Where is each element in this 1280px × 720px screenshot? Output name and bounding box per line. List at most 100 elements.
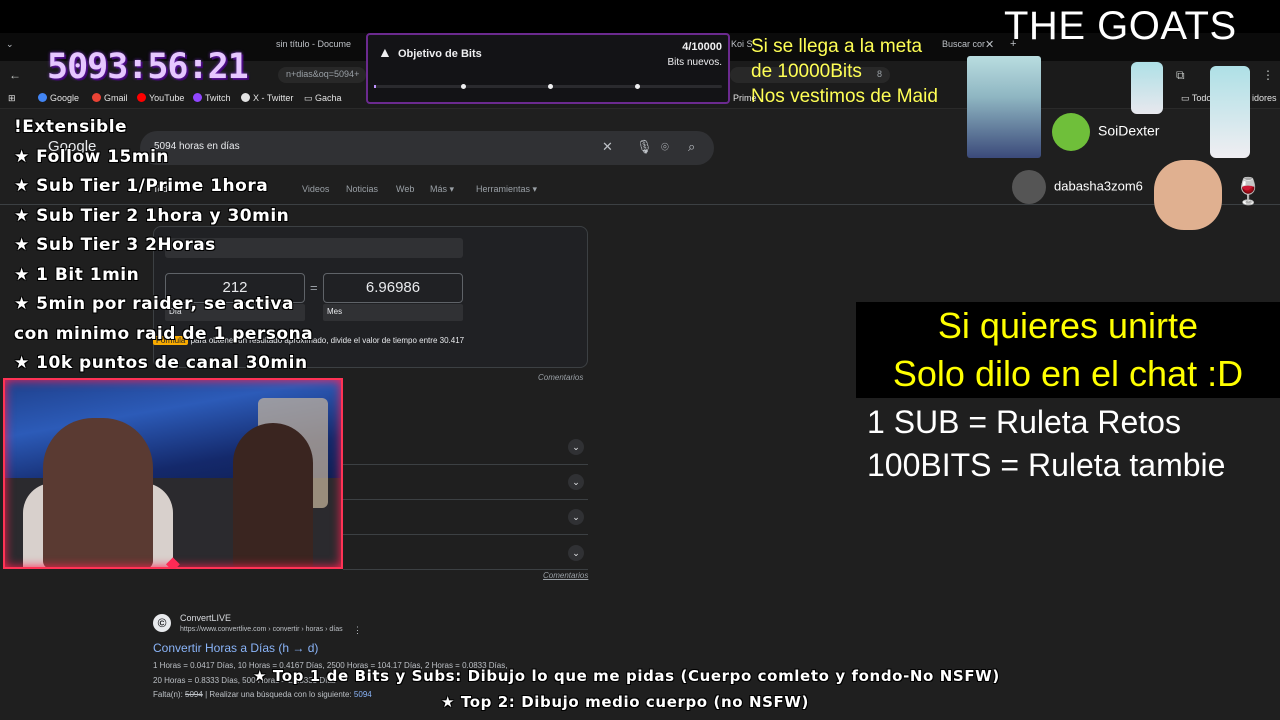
bits-goal-title: Objetivo de Bits bbox=[398, 48, 482, 60]
convertlive-favicon: © bbox=[153, 614, 171, 632]
tab-docs[interactable]: sin título - Docume bbox=[276, 39, 351, 49]
tab-search[interactable]: Buscar cor bbox=[942, 39, 985, 49]
menu-icon[interactable]: ⋮ bbox=[1262, 68, 1274, 82]
bookmark-google[interactable]: Google bbox=[38, 93, 79, 103]
member-name: dabasha3zom6 bbox=[1054, 178, 1143, 194]
join-banner: Si quieres unirte Solo dilo en el chat :… bbox=[856, 302, 1280, 398]
bits-goal-count: 4/10000 bbox=[682, 41, 722, 53]
bookmark-extra[interactable]: idores bbox=[1252, 93, 1277, 103]
rule-line: ★ Sub Tier 2 1hora y 30min bbox=[14, 205, 290, 226]
tab-more[interactable]: Más ▾ bbox=[430, 184, 454, 195]
close-tab-icon[interactable]: ✕ bbox=[985, 38, 994, 51]
accordion-divider bbox=[343, 499, 588, 500]
roulette-sub: 1 SUB = Ruleta Retos bbox=[867, 404, 1181, 440]
bits-progress-fill bbox=[374, 85, 376, 88]
mic-icon[interactable]: 🎙 bbox=[636, 139, 653, 155]
webcam-feed: ◆ bbox=[3, 378, 343, 569]
member-name: SoiDexter bbox=[1098, 122, 1160, 139]
rule-line: ★ Sub Tier 3 2Horas bbox=[14, 235, 216, 255]
bookmark-youtube[interactable]: YouTube bbox=[137, 93, 184, 103]
join-line: Si quieres unirte bbox=[937, 305, 1199, 346]
x-icon bbox=[241, 93, 250, 102]
goal-line: Si se llega a la meta bbox=[751, 36, 923, 57]
missing-word: 5094 bbox=[185, 690, 203, 699]
extensions-icon[interactable]: ⧉ bbox=[1176, 68, 1185, 83]
chevron-down-icon[interactable]: ⌄ bbox=[568, 439, 584, 455]
bookmark-gacha[interactable]: ▭ Gacha bbox=[304, 93, 342, 104]
bookmark-x[interactable]: X - Twitter bbox=[241, 93, 293, 103]
rule-line: ★ Follow 15min bbox=[14, 146, 170, 167]
goal-line: de 10000Bits bbox=[751, 61, 862, 82]
brand-title: THE GOATS bbox=[1004, 4, 1237, 48]
cam-frame bbox=[3, 378, 343, 569]
clear-icon[interactable]: ✕ bbox=[602, 139, 613, 155]
member-dabasha: dabasha3zom6 bbox=[1012, 170, 1143, 204]
twitch-icon bbox=[193, 93, 202, 102]
top1-reward: ★ Top 1 de Bits y Subs: Dibujo lo que me… bbox=[253, 667, 1000, 685]
bookmark-label: X - Twitter bbox=[253, 93, 294, 103]
lens-icon[interactable]: ⌾ bbox=[661, 139, 669, 155]
heart-icon: ◆ bbox=[166, 553, 180, 569]
result-more-icon[interactable]: ⋮ bbox=[353, 625, 362, 636]
result-missing-terms: Falta(n): 5094 | Realizar una búsqueda c… bbox=[153, 690, 372, 699]
accordion-divider bbox=[343, 464, 588, 465]
tab-tools-label: Herramientas bbox=[476, 184, 531, 194]
feedback-link-2[interactable]: Comentarios bbox=[543, 571, 588, 580]
tab-more-label: Más bbox=[430, 184, 448, 194]
tab-news[interactable]: Noticias bbox=[346, 184, 378, 194]
bookmark-label: Google bbox=[50, 93, 80, 103]
result-url[interactable]: https://www.convertlive.com › convertir … bbox=[180, 626, 343, 633]
chibi-avatar bbox=[1210, 66, 1250, 158]
roulette-bits: 100BITS = Ruleta tambie bbox=[867, 447, 1226, 483]
anime-avatar bbox=[967, 56, 1041, 158]
member-soidexter: SoiDexter bbox=[1052, 113, 1159, 151]
feedback-link[interactable]: Comentarios bbox=[538, 373, 583, 382]
bookmark-gmail[interactable]: Gmail bbox=[92, 93, 128, 103]
progress-marker bbox=[635, 84, 640, 89]
missing-search-link[interactable]: 5094 bbox=[354, 690, 372, 699]
result-title-link[interactable]: Convertir Horas a Días (h → d) bbox=[153, 641, 318, 655]
bookmark-label: Twitch bbox=[205, 93, 231, 103]
folder-icon: ▭ bbox=[1181, 93, 1192, 103]
progress-marker bbox=[548, 84, 553, 89]
chevron-down-icon[interactable]: ⌄ bbox=[568, 474, 584, 490]
to-value-input[interactable]: 6.96986 bbox=[323, 273, 463, 303]
to-unit-select[interactable]: Mes bbox=[323, 304, 463, 321]
google-icon bbox=[38, 93, 47, 102]
folder-icon: ▭ bbox=[304, 93, 316, 103]
url-input[interactable]: n+dias&oq=5094+ bbox=[278, 67, 366, 83]
tab-list-icon[interactable]: ⌄ bbox=[6, 39, 14, 50]
tab-web[interactable]: Web bbox=[396, 184, 414, 194]
chevron-down-icon[interactable]: ⌄ bbox=[568, 509, 584, 525]
back-icon[interactable]: ← bbox=[9, 68, 21, 82]
cartoon-avatar bbox=[1154, 160, 1222, 230]
accordion-divider bbox=[343, 534, 588, 535]
avatar bbox=[1052, 113, 1090, 151]
apps-icon[interactable]: ⊞ bbox=[8, 93, 16, 104]
rule-line: ★ 1 Bit 1min bbox=[14, 264, 140, 285]
search-icon[interactable]: ⌕ bbox=[688, 139, 695, 155]
progress-marker bbox=[461, 84, 466, 89]
subathon-rules: !Extensible ★ Follow 15min ★ Sub Tier 1/… bbox=[14, 113, 313, 379]
result-site-name[interactable]: ConvertLIVE bbox=[180, 613, 231, 623]
bookmark-label: idores bbox=[1252, 93, 1277, 103]
subathon-timer: 5093:56:21 bbox=[47, 47, 249, 87]
rule-line: ★ 10k puntos de canal 30min bbox=[14, 353, 308, 373]
rule-line: ★ Sub Tier 1/Prime 1hora bbox=[14, 176, 269, 196]
wine-glass-icon: 🍷 bbox=[1232, 176, 1265, 206]
missing-mid: | Realizar una búsqueda con lo siguiente… bbox=[205, 690, 352, 699]
bits-progress-track bbox=[374, 84, 722, 89]
tab-tools[interactable]: Herramientas ▾ bbox=[476, 184, 537, 195]
gmail-icon bbox=[92, 93, 101, 102]
bookmark-label: YouTube bbox=[149, 93, 185, 103]
bookmark-label: Gacha bbox=[315, 93, 342, 103]
tab-koi[interactable]: Koi S bbox=[731, 39, 753, 49]
rule-line: con minimo raid de 1 persona bbox=[14, 323, 314, 344]
bookmark-twitch[interactable]: Twitch bbox=[193, 93, 231, 103]
accordion-divider bbox=[343, 569, 588, 570]
rule-line: !Extensible bbox=[14, 117, 128, 137]
chevron-down-icon[interactable]: ⌄ bbox=[568, 545, 584, 561]
youtube-icon bbox=[137, 93, 146, 102]
chibi-avatar bbox=[1131, 62, 1163, 114]
bits-gem-icon: ▲ bbox=[378, 44, 392, 60]
